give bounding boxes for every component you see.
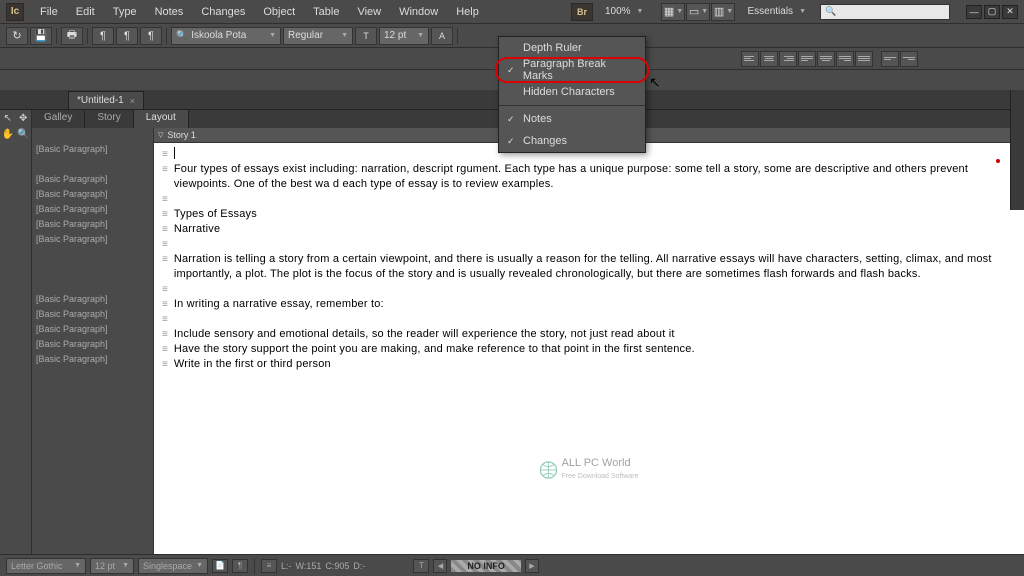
bridge-button[interactable]: Br	[571, 3, 593, 21]
maximize-button[interactable]: ▢	[984, 5, 1000, 19]
menu-help[interactable]: Help	[448, 3, 487, 21]
dropdown-item-hidden-characters[interactable]: Hidden Characters	[499, 81, 645, 103]
style-entry[interactable]: [Basic Paragraph]	[32, 293, 153, 308]
collapse-triangle-icon[interactable]: ▽	[158, 131, 163, 139]
scroll-right-button[interactable]: ▶	[525, 559, 539, 573]
justify-all-button[interactable]	[855, 51, 873, 67]
status-size-combo[interactable]: 12 pt▼	[90, 558, 134, 574]
position-tool-icon[interactable]: ↖	[0, 110, 16, 126]
menu-type[interactable]: Type	[105, 3, 145, 21]
status-bar: Letter Gothic▼ 12 pt▼ Singlespace▼ 📄 ¶ ≡…	[0, 554, 1024, 576]
close-tab-icon[interactable]: ×	[130, 96, 135, 106]
view-options-dropdown: Depth Ruler ✓Paragraph Break Marks Hidde…	[498, 36, 646, 153]
panel-dock[interactable]	[1010, 90, 1024, 210]
align-left-button[interactable]	[741, 51, 759, 67]
tab-story[interactable]: Story	[85, 110, 133, 128]
copyfit-info: NO INFO	[451, 560, 521, 572]
para-icon[interactable]: ¶	[116, 27, 138, 45]
status-icon-2[interactable]: ¶	[232, 559, 248, 573]
titlebar: Ic File Edit Type Notes Changes Object T…	[0, 0, 1024, 24]
style-entry[interactable]: [Basic Paragraph]	[32, 218, 153, 233]
leading-icon[interactable]: A	[431, 27, 453, 45]
status-icon-1[interactable]: 📄	[212, 559, 228, 573]
close-button[interactable]: ✕	[1002, 5, 1018, 19]
update-icon[interactable]: ↻	[6, 27, 28, 45]
show-icon[interactable]: ¶	[140, 27, 162, 45]
char-count: C:905	[325, 561, 349, 571]
menu-notes[interactable]: Notes	[147, 3, 192, 21]
word-count: W:151	[296, 561, 322, 571]
dropdown-item-notes[interactable]: ✓Notes	[499, 108, 645, 130]
style-entry[interactable]: [Basic Paragraph]	[32, 233, 153, 248]
align-toward-spine[interactable]	[881, 51, 899, 67]
main-menu: File Edit Type Notes Changes Object Tabl…	[32, 3, 487, 21]
justify-right-button[interactable]	[836, 51, 854, 67]
dropdown-item-paragraph-break-marks[interactable]: ✓Paragraph Break Marks	[499, 59, 645, 81]
workspace-switcher[interactable]: Essentials▼	[747, 6, 806, 17]
menu-window[interactable]: Window	[391, 3, 446, 21]
font-family-combo[interactable]: 🔍Iskoola Pota▼	[171, 27, 281, 45]
style-entry[interactable]: [Basic Paragraph]	[32, 173, 153, 188]
overset-indicator-icon	[996, 159, 1000, 163]
char-icon[interactable]: ¶	[92, 27, 114, 45]
watermark: ALL PC WorldFree Download Software	[539, 457, 638, 484]
paragraph-style-column: [Basic Paragraph] [Basic Paragraph] [Bas…	[32, 128, 154, 554]
eyedropper-tool-icon[interactable]: ✥	[16, 110, 32, 126]
style-entry[interactable]: [Basic Paragraph]	[32, 338, 153, 353]
stats-icon[interactable]: ≡	[261, 559, 277, 573]
document-tab[interactable]: *Untitled-1×	[68, 91, 144, 109]
tab-layout[interactable]: Layout	[134, 110, 189, 128]
menu-file[interactable]: File	[32, 3, 66, 21]
style-entry[interactable]: [Basic Paragraph]	[32, 143, 153, 158]
search-field[interactable]: 🔍	[820, 4, 950, 20]
text-canvas[interactable]: ≡ ≡Four types of essays exist including:…	[154, 143, 1024, 554]
tools-panel: T✎ ↖✥ ✋🔍	[0, 90, 32, 554]
fit-icon[interactable]: T	[413, 559, 429, 573]
view-options-button[interactable]: ▦▼	[661, 3, 685, 21]
align-right-button[interactable]	[779, 51, 797, 67]
minimize-button[interactable]: —	[966, 5, 982, 19]
status-font-combo[interactable]: Letter Gothic▼	[6, 558, 86, 574]
menu-view[interactable]: View	[349, 3, 389, 21]
menu-table[interactable]: Table	[305, 3, 347, 21]
justify-left-button[interactable]	[798, 51, 816, 67]
zoom-level[interactable]: 100%▼	[599, 6, 650, 17]
hand-tool-icon[interactable]: ✋	[0, 126, 16, 142]
status-spacing-combo[interactable]: Singlespace▼	[138, 558, 208, 574]
scroll-left-button[interactable]: ◀	[433, 559, 447, 573]
style-entry[interactable]: [Basic Paragraph]	[32, 353, 153, 368]
align-group	[741, 51, 918, 67]
menu-object[interactable]: Object	[255, 3, 303, 21]
font-style-combo[interactable]: Regular▼	[283, 27, 353, 45]
zoom-tool-icon[interactable]: 🔍	[16, 126, 32, 142]
tab-galley[interactable]: Galley	[32, 110, 85, 128]
screen-mode-button[interactable]: ▭▼	[686, 3, 710, 21]
arrange-button[interactable]: ▥▼	[711, 3, 735, 21]
menu-edit[interactable]: Edit	[68, 3, 103, 21]
depth-count: D:-	[353, 561, 365, 571]
app-icon: Ic	[6, 3, 24, 21]
size-icon: T	[355, 27, 377, 45]
globe-icon	[539, 461, 557, 479]
style-entry[interactable]: [Basic Paragraph]	[32, 188, 153, 203]
style-entry[interactable]: [Basic Paragraph]	[32, 323, 153, 338]
dropdown-item-depth-ruler[interactable]: Depth Ruler	[499, 37, 645, 59]
print-icon[interactable]: 🖶	[61, 27, 83, 45]
cursor-icon: ↖	[649, 74, 661, 91]
align-away-spine[interactable]	[900, 51, 918, 67]
font-size-combo[interactable]: 12 pt▼	[379, 27, 429, 45]
menu-changes[interactable]: Changes	[193, 3, 253, 21]
style-entry[interactable]: [Basic Paragraph]	[32, 203, 153, 218]
dropdown-item-changes[interactable]: ✓Changes	[499, 130, 645, 152]
justify-center-button[interactable]	[817, 51, 835, 67]
search-icon: 🔍	[825, 6, 836, 17]
save-icon[interactable]: 💾	[30, 27, 52, 45]
align-center-button[interactable]	[760, 51, 778, 67]
style-entry[interactable]: [Basic Paragraph]	[32, 308, 153, 323]
line-count: L:-	[281, 561, 292, 571]
